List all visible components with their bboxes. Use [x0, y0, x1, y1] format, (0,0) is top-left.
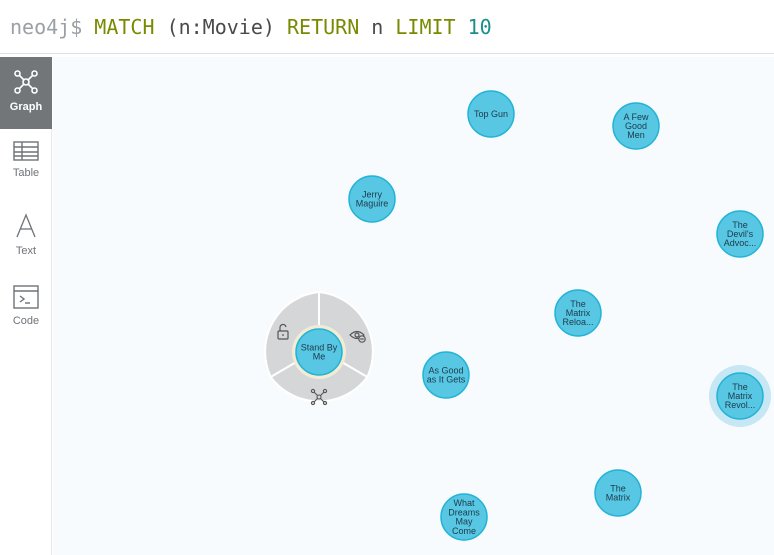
sidebar-item-graph[interactable]: Graph [0, 57, 52, 129]
sidebar-item-label: Graph [9, 101, 43, 113]
graph-icon [14, 70, 38, 94]
code-icon [13, 285, 39, 309]
graph-node-the-matrix-reloaded[interactable]: TheMatrixReloa... [554, 289, 602, 337]
query-token: MATCH [94, 14, 155, 39]
nodes-layer: Top Gun A FewGoodMen JerryMaguire TheDevil'… [292, 90, 771, 541]
node-label: Men [627, 130, 645, 140]
sidebar-item-label: Code [12, 315, 40, 327]
sidebar-item-label: Text [15, 245, 37, 257]
query-token: LIMIT [395, 14, 456, 39]
graph-node-what-dreams-may-come[interactable]: WhatDreamsMayCome [440, 493, 488, 541]
query-bar[interactable]: neo4j$ MATCH (n:Movie) RETURN n LIMIT 10 [0, 0, 774, 54]
node-label: Come [452, 526, 476, 536]
graph-node-the-matrix[interactable]: TheMatrix [594, 469, 642, 517]
graph-node-the-matrix-revolutions[interactable]: TheMatrixRevol... [709, 365, 771, 427]
node-label: Revol... [725, 400, 756, 410]
text-icon [16, 213, 36, 238]
sidebar-item-code[interactable]: Code [0, 273, 52, 345]
graph-canvas[interactable]: Top Gun A Few Good Men Jerry Maguire The Devil'… [53, 57, 774, 555]
graph-node-top-gun[interactable]: Top Gun [467, 90, 515, 138]
sidebar-item-table[interactable]: Table [0, 129, 52, 201]
view-sidebar: Graph Table Text Code [0, 57, 52, 555]
node-label: Maguire [356, 199, 389, 209]
query-token: RETURN [286, 14, 360, 39]
query-token: n [371, 14, 384, 39]
node-label: Reloa... [562, 317, 593, 327]
graph-node-as-good-as-it-gets[interactable]: As Goodas It Gets [422, 351, 470, 399]
graph-node-stand-by-me[interactable]: Stand ByMe [292, 325, 346, 379]
graph-node-jerry-maguire[interactable]: JerryMaguire [348, 175, 396, 223]
graph-node-a-few-good-men[interactable]: A FewGoodMen [612, 102, 660, 150]
table-icon [13, 141, 39, 161]
node-label: as It Gets [427, 375, 466, 385]
node-label: Me [313, 352, 326, 362]
query-prompt: neo4j$ [10, 14, 83, 39]
node-label: Matrix [606, 493, 631, 503]
sidebar-item-text[interactable]: Text [0, 201, 52, 273]
node-label: Advoc... [724, 238, 757, 248]
graph-visualization[interactable]: Top Gun A FewGoodMen JerryMaguire TheDevil'… [53, 57, 774, 555]
query-token: 10 [467, 14, 492, 39]
node-label: Top Gun [474, 109, 508, 119]
sidebar-item-label: Table [12, 167, 40, 179]
query-token: (n:Movie) [166, 14, 275, 39]
graph-node-the-devils-advocate[interactable]: TheDevil'sAdvoc... [716, 210, 764, 258]
